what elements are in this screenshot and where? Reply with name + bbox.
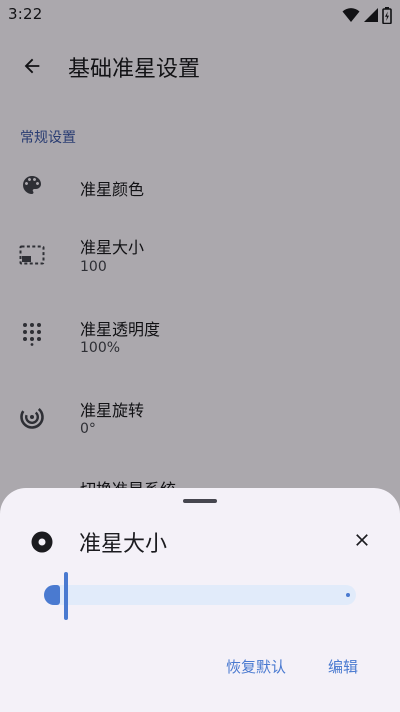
target-dot-icon <box>31 531 53 553</box>
size-slider[interactable] <box>44 572 356 622</box>
screen: 3:22 基础准星设置 常规设置 准星颜色 准星大小 100 准星透明度 100… <box>0 0 400 712</box>
reset-default-button[interactable]: 恢复默认 <box>226 656 286 677</box>
edit-button[interactable]: 编辑 <box>328 656 358 677</box>
sheet-title: 准星大小 <box>79 532 168 557</box>
close-button[interactable] <box>346 524 378 556</box>
slider-inactive-track[interactable] <box>44 585 356 605</box>
close-icon <box>356 534 368 546</box>
slider-active-track[interactable] <box>44 585 60 605</box>
sheet-actions: 恢复默认 编辑 <box>226 656 358 677</box>
drag-handle[interactable] <box>183 499 217 503</box>
slider-thumb[interactable] <box>64 572 68 620</box>
slider-stop-indicator <box>346 593 350 597</box>
